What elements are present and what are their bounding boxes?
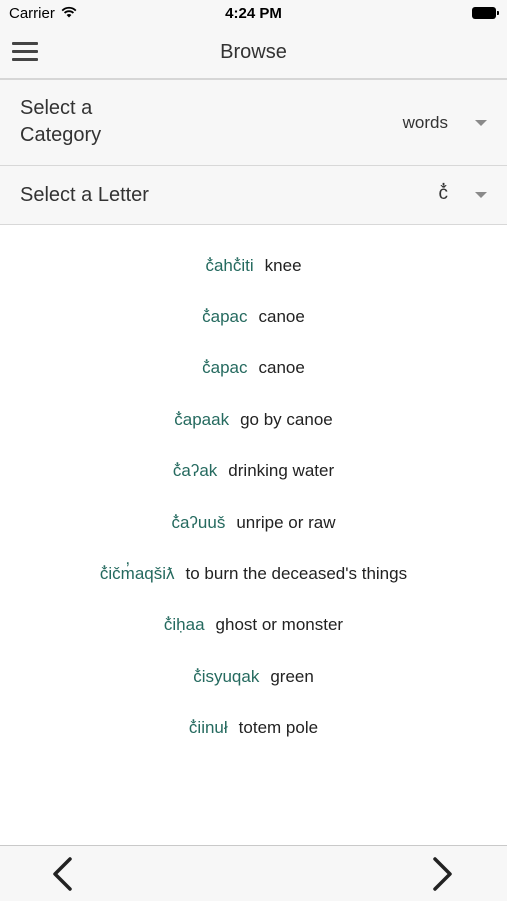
letter-selector-label: Select a Letter	[20, 184, 149, 206]
list-item[interactable]: č̓isyuqak green	[0, 651, 507, 702]
bottom-toolbar	[0, 845, 507, 901]
category-selector[interactable]: Select a Category words	[0, 80, 507, 166]
native-word: č̓iinuł	[188, 718, 228, 738]
caret-down-icon[interactable]	[475, 120, 487, 126]
list-item[interactable]: č̓apac canoe	[0, 291, 507, 342]
english-translation: canoe	[258, 358, 305, 378]
native-word: č̓apac	[202, 307, 248, 327]
letter-selector-value: č̓	[438, 183, 449, 204]
list-item[interactable]: č̓apac canoe	[0, 343, 507, 394]
english-translation: ghost or monster	[215, 615, 344, 635]
list-item[interactable]: č̓ičm̓aqšiƛ to burn the deceased's thing…	[0, 548, 507, 599]
caret-down-icon[interactable]	[475, 192, 487, 198]
clock: 4:24 PM	[225, 5, 282, 22]
chevron-left-icon[interactable]	[47, 856, 77, 892]
list-item[interactable]: č̓aʔak drinking water	[0, 446, 507, 497]
list-item[interactable]: č̓apaak go by canoe	[0, 394, 507, 445]
list-item[interactable]: č̓ahč̓iti knee	[0, 240, 507, 291]
status-bar: Carrier 4:24 PM	[0, 0, 507, 28]
native-word: č̓apaak	[174, 409, 230, 429]
english-translation: to burn the deceased's things	[185, 564, 408, 584]
list-item[interactable]: č̓aʔuuš unripe or raw	[0, 497, 507, 548]
native-word: č̓aʔak	[172, 461, 218, 481]
native-word: č̓aʔuuš	[171, 512, 226, 532]
list-item[interactable]: č̓iḥaa ghost or monster	[0, 600, 507, 651]
english-translation: go by canoe	[240, 409, 333, 429]
word-list: č̓ahč̓iti knee č̓apac canoe č̓apac canoe…	[0, 240, 507, 754]
chevron-right-icon[interactable]	[428, 856, 458, 892]
category-selector-label: Select a Category	[20, 97, 102, 146]
native-word: č̓iḥaa	[163, 615, 205, 635]
native-word: č̓ičm̓aqšiƛ	[99, 564, 175, 584]
native-word: č̓apac	[202, 358, 248, 378]
english-translation: green	[270, 666, 314, 686]
category-selector-value: words	[402, 113, 448, 132]
page-title: Browse	[220, 41, 287, 63]
english-translation: canoe	[258, 307, 305, 327]
english-translation: drinking water	[228, 461, 335, 481]
list-item[interactable]: č̓iinuł totem pole	[0, 703, 507, 754]
english-translation: totem pole	[238, 718, 319, 738]
battery-icon	[472, 7, 499, 19]
english-translation: knee	[264, 255, 302, 275]
letter-selector[interactable]: Select a Letter č̓	[0, 166, 507, 225]
native-word: č̓ahč̓iti	[205, 255, 254, 275]
english-translation: unripe or raw	[236, 512, 336, 532]
navigation-bar: Browse	[0, 28, 507, 80]
native-word: č̓isyuqak	[193, 666, 260, 686]
